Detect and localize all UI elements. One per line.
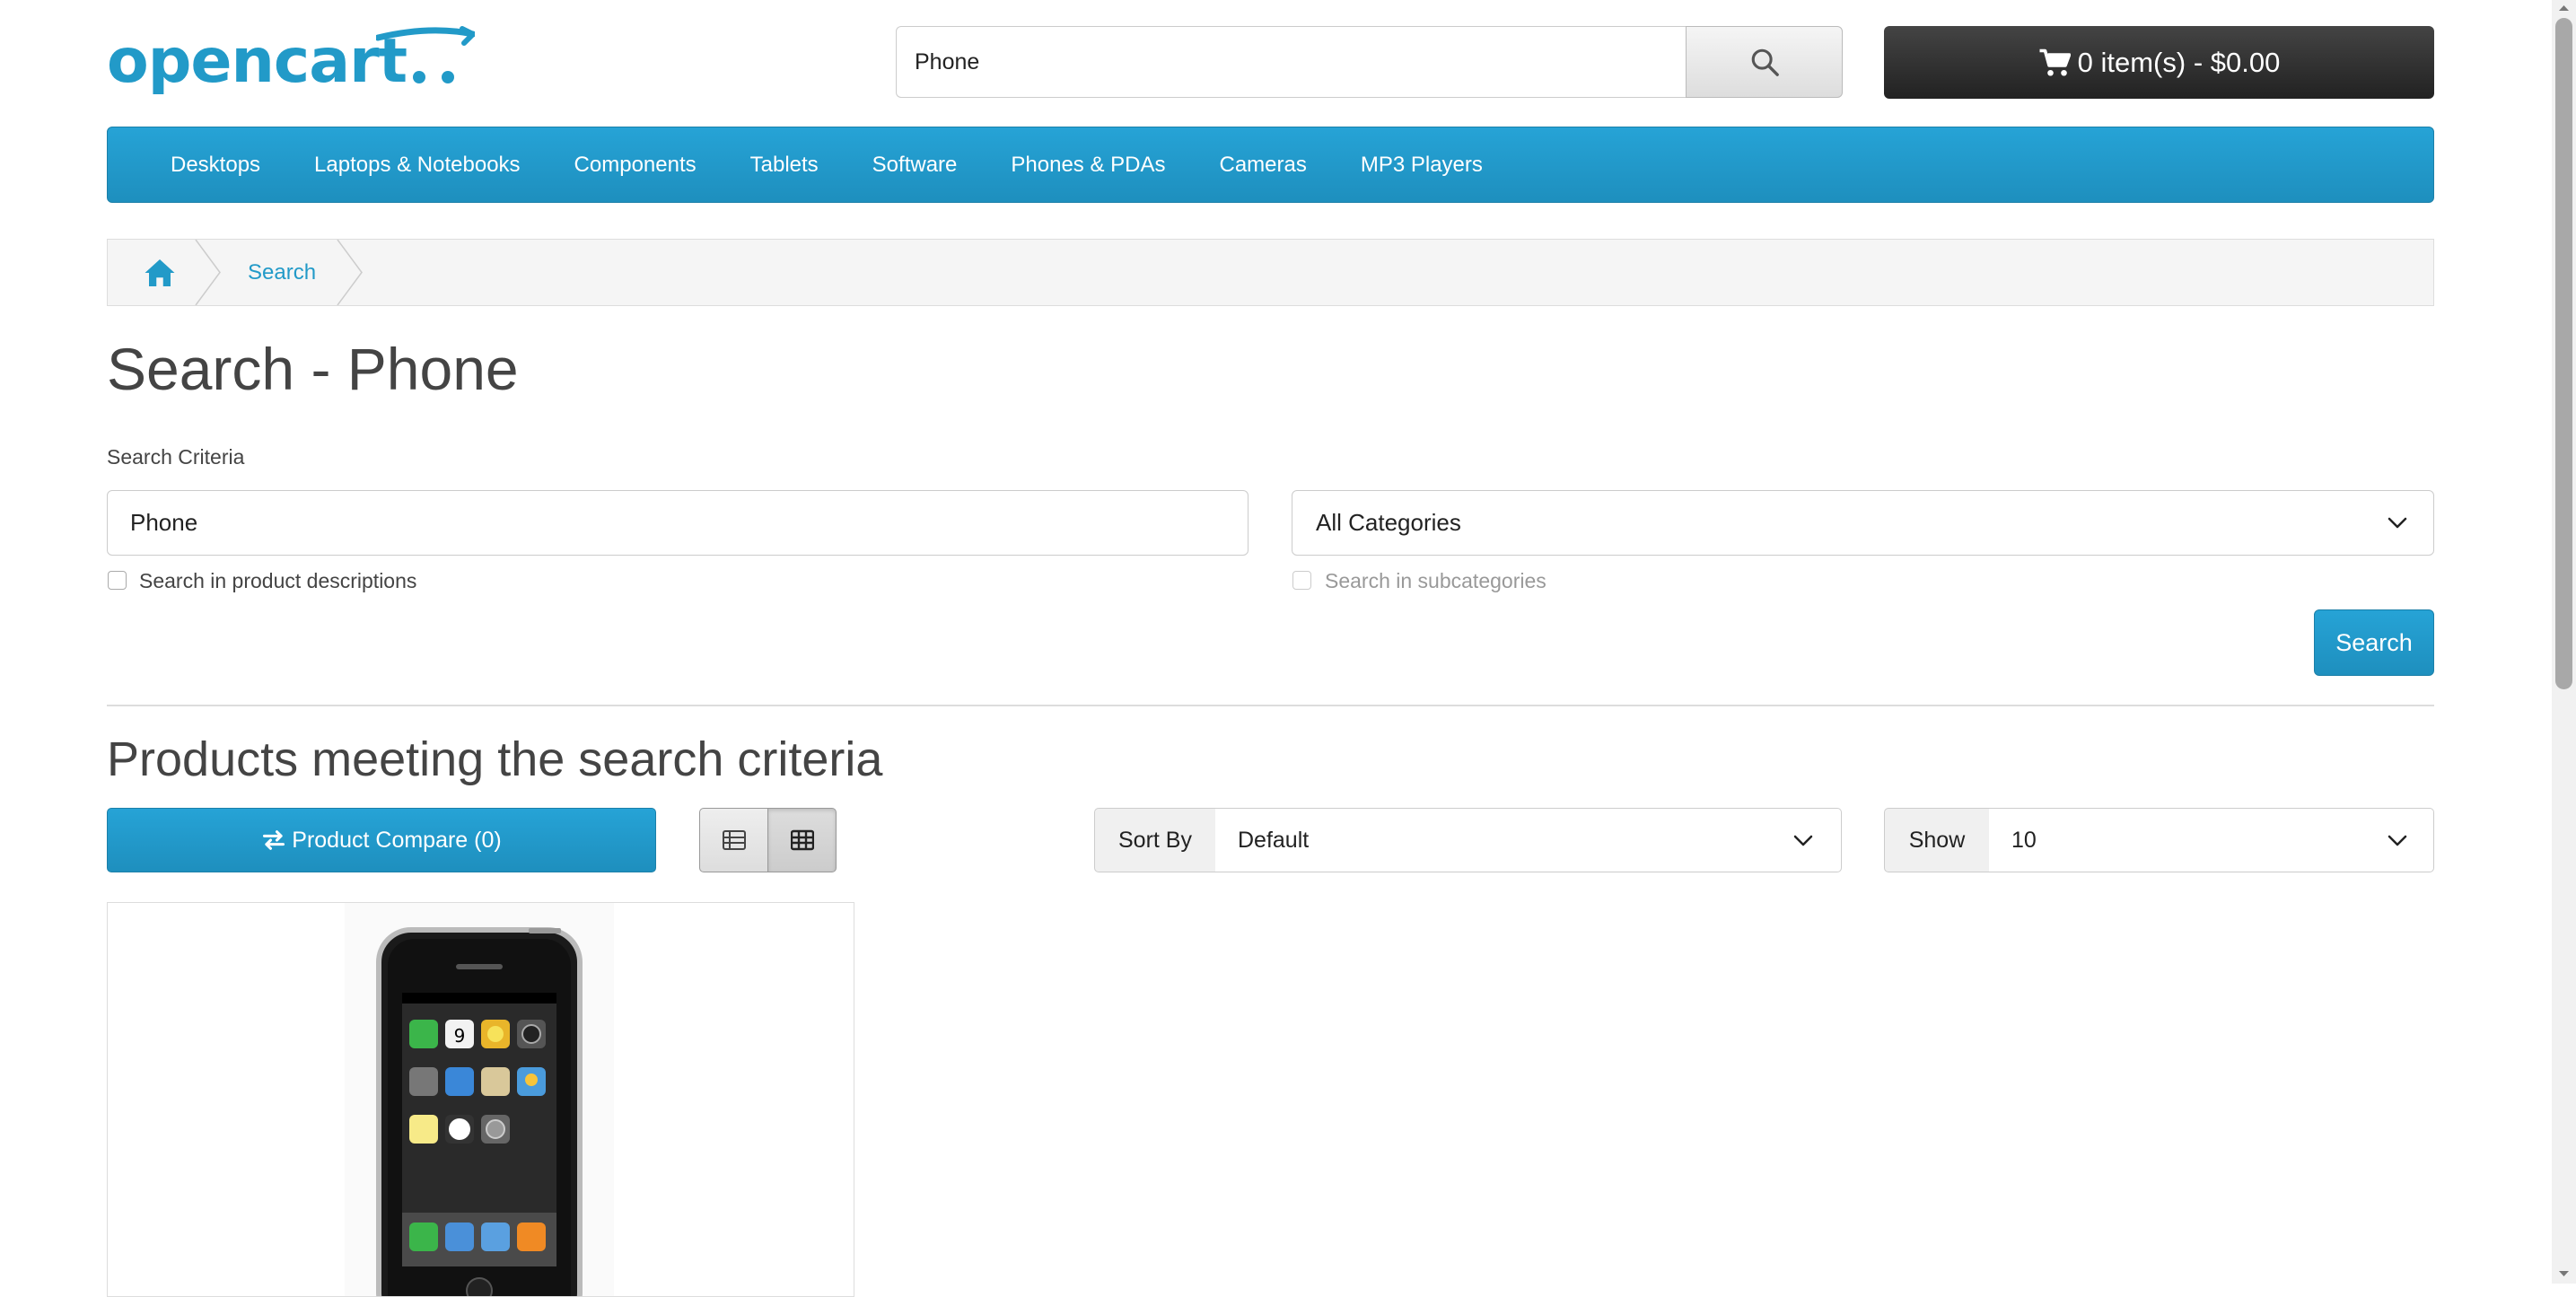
sort-by-label: Sort By <box>1094 808 1216 872</box>
show-label: Show <box>1884 808 1990 872</box>
nav-item-desktops[interactable]: Desktops <box>144 153 287 178</box>
nav-item-components[interactable]: Components <box>548 153 723 178</box>
cart-button[interactable]: 0 item(s) - $0.00 <box>1884 26 2434 99</box>
search-descriptions-checkbox[interactable] <box>108 571 127 590</box>
cart-icon <box>2039 48 2071 76</box>
logo-cart-icon <box>376 26 475 83</box>
grid-view-icon <box>790 829 814 851</box>
show-select[interactable]: 10 <box>1989 808 2434 872</box>
divider <box>107 705 2434 706</box>
exchange-icon <box>263 830 285 850</box>
category-select-value: All Categories <box>1316 509 1461 536</box>
cart-label: 0 item(s) - $0.00 <box>2077 46 2281 78</box>
search-criteria-label: Search Criteria <box>107 445 245 469</box>
breadcrumb-separator <box>195 240 221 305</box>
search-criteria-input[interactable]: Phone <box>107 490 1249 556</box>
nav-item-software[interactable]: Software <box>846 153 985 178</box>
search-icon <box>1751 48 1779 76</box>
sort-by-select[interactable]: Default <box>1215 808 1842 872</box>
breadcrumb: Search <box>107 239 2434 306</box>
product-compare-button[interactable]: Product Compare (0) <box>107 808 656 872</box>
nav-item-laptops-notebooks[interactable]: Laptops & Notebooks <box>287 153 548 178</box>
nav-item-tablets[interactable]: Tablets <box>723 153 846 178</box>
scroll-down-arrow-icon[interactable] <box>2557 1269 2571 1278</box>
product-card: 9 <box>107 902 854 1297</box>
logo-text: opencart <box>107 26 407 97</box>
results-heading: Products meeting the search criteria <box>107 732 883 786</box>
scrollbar-thumb[interactable] <box>2555 18 2572 689</box>
breadcrumb-separator <box>337 240 363 305</box>
sort-by-value: Default <box>1238 828 1310 853</box>
opencart-logo[interactable]: opencart <box>107 25 475 99</box>
chevron-down-icon <box>1793 835 1813 846</box>
grid-view-button[interactable] <box>767 808 837 872</box>
product-compare-label: Product Compare (0) <box>292 827 502 853</box>
nav-item-phones-pdas[interactable]: Phones & PDAs <box>984 153 1192 178</box>
nav-item-mp3-players[interactable]: MP3 Players <box>1334 153 1510 178</box>
chevron-down-icon <box>2388 517 2407 529</box>
breadcrumb-search-link[interactable]: Search <box>248 240 316 305</box>
chevron-down-icon <box>2388 835 2407 846</box>
home-icon[interactable] <box>144 258 176 288</box>
search-subcategories-checkbox[interactable] <box>1292 571 1311 590</box>
header-search-button[interactable] <box>1686 26 1843 98</box>
category-nav: Desktops Laptops & Notebooks Components … <box>107 127 2434 203</box>
page-scrollbar[interactable] <box>2552 0 2576 1284</box>
phone-product-image: 9 <box>376 927 583 1296</box>
category-select[interactable]: All Categories <box>1292 490 2434 556</box>
svg-text:9: 9 <box>454 1025 466 1047</box>
product-image[interactable]: 9 <box>345 903 614 1296</box>
search-subcategories-label: Search in subcategories <box>1325 569 1546 592</box>
list-view-button[interactable] <box>699 808 768 872</box>
scroll-up-arrow-icon[interactable] <box>2557 4 2571 13</box>
search-descriptions-label: Search in product descriptions <box>139 569 417 592</box>
search-button[interactable]: Search <box>2314 609 2434 676</box>
header-search <box>896 26 1843 98</box>
nav-item-cameras[interactable]: Cameras <box>1192 153 1333 178</box>
page-title: Search - Phone <box>107 336 519 402</box>
show-value: 10 <box>2011 828 2037 853</box>
header-search-input[interactable] <box>896 26 1687 98</box>
list-view-icon <box>722 830 746 850</box>
